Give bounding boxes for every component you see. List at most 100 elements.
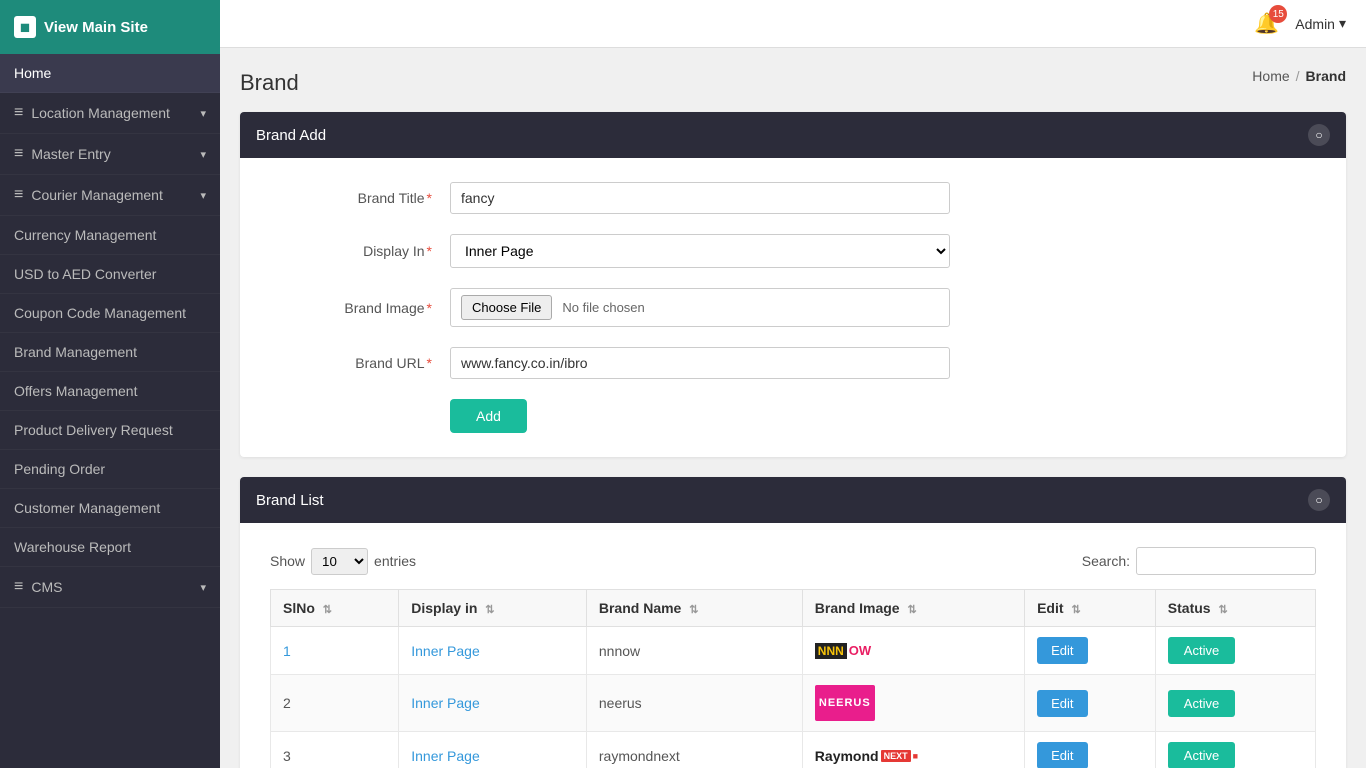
cell-brand-image: Raymond NEXT ■	[802, 732, 1024, 768]
search-input[interactable]	[1136, 547, 1316, 575]
sidebar-item-pending-order[interactable]: Pending Order	[0, 450, 220, 489]
chevron-down-icon: ▾	[200, 107, 206, 120]
status-active-button[interactable]: Active	[1168, 637, 1235, 664]
card-collapse-button[interactable]: ○	[1308, 124, 1330, 146]
table-body: 1 Inner Page nnnow NNNOW Edit	[271, 627, 1316, 768]
display-in-select[interactable]: Inner Page Home Page Both	[450, 234, 950, 268]
sidebar-item-product-delivery-request[interactable]: Product Delivery Request	[0, 411, 220, 450]
app-title: View Main Site	[44, 19, 148, 36]
main-area: 🔔 15 Admin ▾ Brand Home / Brand Brand Ad…	[220, 0, 1366, 768]
cell-edit: Edit	[1025, 675, 1156, 732]
display-in-link[interactable]: Inner Page	[411, 748, 480, 764]
sidebar-item-usd-aed-converter[interactable]: USD to AED Converter	[0, 255, 220, 294]
sidebar-item-cms[interactable]: ≡ CMS ▾	[0, 567, 220, 608]
sidebar-item-brand-management[interactable]: Brand Management	[0, 333, 220, 372]
brand-title-input[interactable]	[450, 182, 950, 214]
cell-display-in: Inner Page	[399, 732, 587, 768]
sidebar-item-currency-management[interactable]: Currency Management	[0, 216, 220, 255]
sort-icon: ⇅	[323, 604, 332, 616]
logo-icon: ◼	[14, 16, 36, 38]
cell-brand-image: NNNOW	[802, 627, 1024, 675]
page-title: Brand	[240, 70, 299, 96]
breadcrumb-home[interactable]: Home	[1252, 68, 1289, 84]
brand-add-header: Brand Add ○	[240, 112, 1346, 158]
table-header-row: SlNo ⇅ Display in ⇅ Brand Name ⇅ Brand I…	[271, 590, 1316, 627]
menu-icon: ≡	[14, 186, 23, 204]
chevron-down-icon: ▾	[200, 581, 206, 594]
slno-link[interactable]: 1	[283, 643, 291, 659]
search-label: Search:	[1082, 553, 1130, 569]
sidebar-item-label: USD to AED Converter	[14, 266, 156, 282]
sidebar-item-label: Courier Management	[31, 187, 163, 203]
sidebar-item-offers-management[interactable]: Offers Management	[0, 372, 220, 411]
sidebar-item-courier-management[interactable]: ≡ Courier Management ▾	[0, 175, 220, 216]
cell-edit: Edit	[1025, 732, 1156, 768]
sidebar-item-label: Customer Management	[14, 500, 160, 516]
sidebar-item-warehouse-report[interactable]: Warehouse Report	[0, 528, 220, 567]
chevron-down-icon: ▾	[200, 148, 206, 161]
home-label: Home	[14, 65, 51, 81]
brand-url-input[interactable]	[450, 347, 950, 379]
cell-edit: Edit	[1025, 627, 1156, 675]
sidebar-item-home[interactable]: Home	[0, 54, 220, 93]
menu-icon: ≡	[14, 104, 23, 122]
edit-button[interactable]: Edit	[1037, 690, 1087, 717]
col-slno: SlNo ⇅	[271, 590, 399, 627]
brand-url-label: Brand URL*	[270, 355, 450, 371]
sidebar-item-label: CMS	[31, 579, 62, 595]
add-button[interactable]: Add	[450, 399, 527, 433]
breadcrumb: Home / Brand	[1252, 68, 1346, 84]
admin-menu[interactable]: Admin ▾	[1295, 15, 1346, 32]
sidebar-item-customer-management[interactable]: Customer Management	[0, 489, 220, 528]
sidebar-item-label: Master Entry	[31, 146, 110, 162]
table-row: 3 Inner Page raymondnext Raymond NEXT ■	[271, 732, 1316, 768]
notification-bell[interactable]: 🔔 15	[1254, 11, 1279, 36]
brand-add-body: Brand Title* Display In* Inner Page Home…	[240, 158, 1346, 457]
edit-button[interactable]: Edit	[1037, 742, 1087, 768]
card-list-collapse-button[interactable]: ○	[1308, 489, 1330, 511]
brand-list-title: Brand List	[256, 492, 324, 509]
col-status: Status ⇅	[1155, 590, 1315, 627]
choose-file-button[interactable]: Choose File	[461, 295, 552, 320]
brand-list-header: Brand List ○	[240, 477, 1346, 523]
brand-image-row: Brand Image* Choose File No file chosen	[270, 288, 1316, 327]
file-name-label: No file chosen	[562, 300, 644, 315]
sidebar-item-label: Warehouse Report	[14, 539, 131, 555]
cell-slno: 3	[271, 732, 399, 768]
sidebar-item-location-management[interactable]: ≡ Location Management ▾	[0, 93, 220, 134]
display-in-link[interactable]: Inner Page	[411, 643, 480, 659]
sidebar-header[interactable]: ◼ View Main Site	[0, 0, 220, 54]
cell-brand-name: nnnow	[586, 627, 802, 675]
col-edit: Edit ⇅	[1025, 590, 1156, 627]
sort-icon: ⇅	[689, 604, 698, 616]
status-active-button[interactable]: Active	[1168, 742, 1235, 768]
brand-url-row: Brand URL*	[270, 347, 1316, 379]
sidebar-item-master-entry[interactable]: ≡ Master Entry ▾	[0, 134, 220, 175]
sort-icon: ⇅	[1218, 604, 1227, 616]
sidebar-item-label: Brand Management	[14, 344, 137, 360]
sidebar-item-label: Offers Management	[14, 383, 137, 399]
cell-brand-name: neerus	[586, 675, 802, 732]
brand-list-body: Show 10 25 50 100 entries Search:	[240, 523, 1346, 768]
admin-label: Admin	[1295, 16, 1335, 32]
brand-logo-raymond: Raymond NEXT ■	[815, 748, 1012, 764]
edit-button[interactable]: Edit	[1037, 637, 1087, 664]
table-row: 1 Inner Page nnnow NNNOW Edit	[271, 627, 1316, 675]
sidebar-item-label: Currency Management	[14, 227, 156, 243]
display-in-link[interactable]: Inner Page	[411, 695, 480, 711]
content-area: Brand Home / Brand Brand Add ○ Brand Tit…	[220, 48, 1366, 768]
cell-display-in: Inner Page	[399, 675, 587, 732]
brand-logo-nnnow: NNNOW	[815, 643, 1012, 659]
sidebar-item-coupon-code-management[interactable]: Coupon Code Management	[0, 294, 220, 333]
brand-logo-neerus: NEERUS	[815, 685, 875, 721]
cell-status: Active	[1155, 627, 1315, 675]
entries-label: entries	[374, 553, 416, 569]
status-active-button[interactable]: Active	[1168, 690, 1235, 717]
entries-select[interactable]: 10 25 50 100	[311, 548, 368, 575]
cell-brand-image: NEERUS	[802, 675, 1024, 732]
table-row: 2 Inner Page neerus NEERUS Edit Active	[271, 675, 1316, 732]
col-brand-name: Brand Name ⇅	[586, 590, 802, 627]
cell-status: Active	[1155, 675, 1315, 732]
brand-title-row: Brand Title*	[270, 182, 1316, 214]
breadcrumb-separator: /	[1296, 68, 1300, 84]
